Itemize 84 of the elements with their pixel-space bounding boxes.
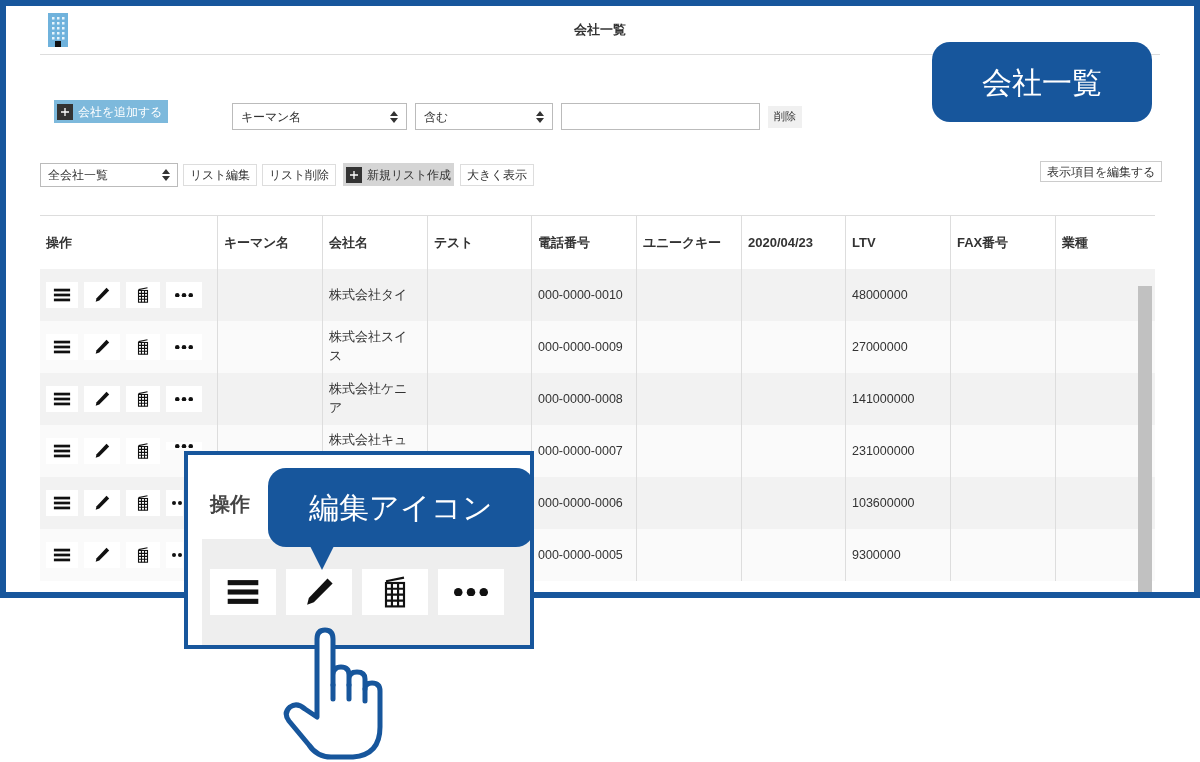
more-button[interactable] <box>166 442 202 450</box>
more-icon <box>175 396 193 402</box>
more-button[interactable] <box>166 490 183 516</box>
list-button[interactable]: リスト削除 <box>262 164 336 186</box>
new-list-button[interactable]: 新規リスト作成 <box>343 163 454 186</box>
pencil-icon <box>93 286 111 304</box>
building-icon <box>48 13 68 47</box>
table-cell-text: 000-0000-0008 <box>538 390 624 408</box>
callout: 会社一覧 <box>932 42 1152 122</box>
updown-icon <box>162 169 170 181</box>
table-cell-text: 231000000 <box>852 442 916 460</box>
table-cell-text: 株式会社タイ <box>329 286 408 304</box>
edit-button[interactable] <box>286 569 352 615</box>
table-cell-text: 103600000 <box>852 494 916 512</box>
edit-columns-button[interactable]: 表示項目を編集する <box>1040 161 1162 182</box>
pencil-icon <box>93 442 111 460</box>
more-button[interactable] <box>166 334 202 360</box>
field-select[interactable]: キーマン名 <box>232 103 407 130</box>
operator-select[interactable]: 含む <box>415 103 553 130</box>
zoom-heading: 操作 <box>210 492 250 517</box>
table-cell-text: 000-0000-0005 <box>538 546 624 564</box>
more-button[interactable] <box>438 569 504 615</box>
updown-icon <box>390 110 398 123</box>
more-button[interactable] <box>166 542 183 568</box>
grid-button[interactable] <box>126 282 160 308</box>
table-cell-text: 141000000 <box>852 390 916 408</box>
grid-button[interactable] <box>362 569 428 615</box>
list-select[interactable]: 全会社一覧 <box>40 163 178 187</box>
pencil-icon <box>93 390 111 408</box>
delete-button[interactable]: 削除 <box>768 105 802 128</box>
menu-icon <box>53 442 71 460</box>
column-header: 操作 <box>45 233 73 252</box>
menu-icon <box>53 286 71 304</box>
grid-button[interactable] <box>126 490 160 516</box>
plus-icon <box>57 103 73 120</box>
grid-button[interactable] <box>126 386 160 412</box>
more-icon <box>454 587 488 597</box>
detail-button[interactable] <box>46 490 78 516</box>
list-button[interactable]: リスト編集 <box>183 164 257 186</box>
table-cell-text: 株式会社スイス <box>329 329 408 365</box>
table-cell-text: 48000000 <box>852 286 909 304</box>
menu-icon <box>53 546 71 564</box>
table-cell-text: 000-0000-0010 <box>538 286 624 304</box>
detail-button[interactable] <box>46 386 78 412</box>
edit-button[interactable] <box>84 542 120 568</box>
table-cell-text: 000-0000-0007 <box>538 442 624 460</box>
callout-pointer-icon <box>310 546 334 570</box>
more-icon <box>172 553 182 557</box>
more-button[interactable] <box>166 386 202 412</box>
menu-icon <box>53 390 71 408</box>
more-button[interactable] <box>166 282 202 308</box>
more-icon <box>175 443 193 449</box>
table-cell-text: 9300000 <box>852 546 902 564</box>
more-icon <box>175 292 193 298</box>
pencil-icon <box>93 338 111 356</box>
pencil-icon <box>93 494 111 512</box>
more-icon <box>175 344 193 350</box>
table-cell-text: 株式会社ケニア <box>329 381 408 417</box>
pencil-icon <box>93 546 111 564</box>
plus-icon <box>346 166 362 183</box>
menu-icon <box>53 494 71 512</box>
detail-button[interactable] <box>46 282 78 308</box>
table-cell-text: 000-0000-0006 <box>538 494 624 512</box>
edit-button[interactable] <box>84 334 120 360</box>
page-title: 会社一覧 <box>574 21 626 40</box>
table-cell-text: 000-0000-0009 <box>538 338 624 356</box>
menu-icon <box>53 338 71 356</box>
detail-button[interactable] <box>210 569 276 615</box>
edit-button[interactable] <box>84 490 120 516</box>
updown-icon <box>536 110 544 123</box>
detail-button[interactable] <box>46 334 78 360</box>
search-field[interactable] <box>561 103 760 130</box>
grid-button[interactable] <box>126 334 160 360</box>
grid-button[interactable] <box>126 438 160 464</box>
edit-button[interactable] <box>84 438 120 464</box>
enlarge-button[interactable]: 大きく表示 <box>460 164 534 186</box>
grid-button[interactable] <box>126 542 160 568</box>
table-cell-text: 株式会社キュ <box>329 432 408 449</box>
edit-button[interactable] <box>84 386 120 412</box>
edit-button[interactable] <box>84 282 120 308</box>
detail-button[interactable] <box>46 438 78 464</box>
table-cell-text: 27000000 <box>852 338 909 356</box>
more-icon <box>172 501 182 505</box>
detail-button[interactable] <box>46 542 78 568</box>
